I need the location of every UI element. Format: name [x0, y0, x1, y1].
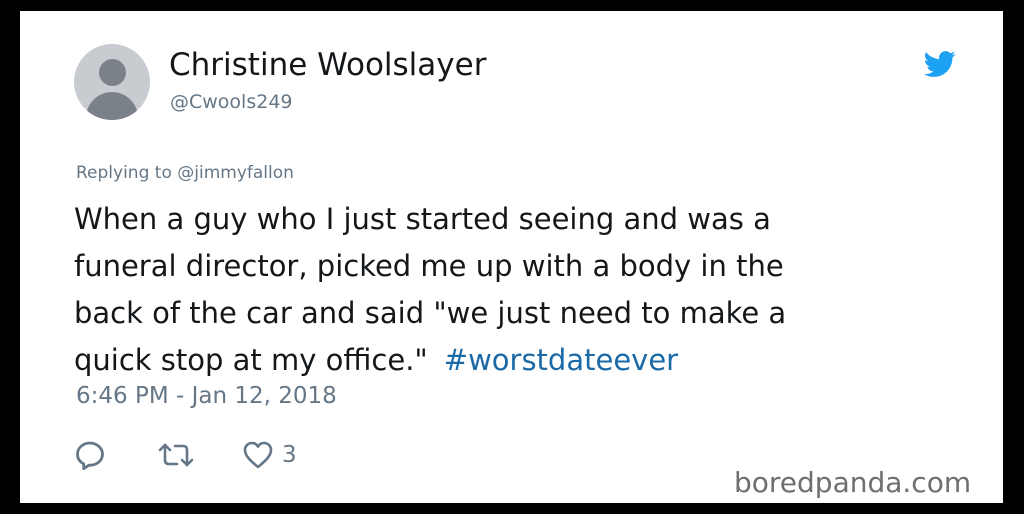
tweet-text-line: funeral director, picked me up with a bo…: [74, 249, 784, 283]
tweet-text: When a guy who I just started seeing and…: [74, 196, 934, 384]
avatar-body: [86, 92, 138, 120]
author-handle[interactable]: @Cwools249: [170, 91, 293, 113]
reply-prefix: Replying to: [76, 163, 172, 183]
tweet-actions: 3: [74, 439, 333, 471]
tweet-text-line: quick stop at my office.": [74, 343, 428, 377]
tweet-text-line: back of the car and said "we just need t…: [74, 296, 787, 330]
reply-to-link[interactable]: @jimmyfallon: [177, 163, 294, 183]
watermark: boredpanda.com: [734, 466, 972, 499]
reply-button[interactable]: [74, 439, 106, 471]
timestamp[interactable]: 6:46 PM - Jan 12, 2018: [76, 383, 337, 409]
avatar[interactable]: [74, 44, 150, 120]
replying-to: Replying to @jimmyfallon: [76, 163, 294, 183]
author-name[interactable]: Christine Woolslayer: [169, 47, 486, 83]
avatar-head: [99, 59, 126, 86]
tweet-card: Christine Woolslayer @Cwools249 Replying…: [20, 11, 1003, 503]
like-button[interactable]: 3: [242, 440, 297, 470]
reply-icon: [76, 441, 104, 471]
tweet-text-line-last: quick stop at my office." #worstdateever: [74, 337, 934, 384]
tweet-text-line: When a guy who I just started seeing and…: [74, 202, 771, 236]
hashtag-link[interactable]: #worstdateever: [444, 343, 678, 377]
heart-icon: [243, 441, 273, 469]
retweet-icon: [158, 443, 194, 467]
twitter-bird-icon[interactable]: [922, 48, 958, 80]
retweet-button[interactable]: [156, 440, 196, 470]
like-count: 3: [282, 442, 297, 468]
